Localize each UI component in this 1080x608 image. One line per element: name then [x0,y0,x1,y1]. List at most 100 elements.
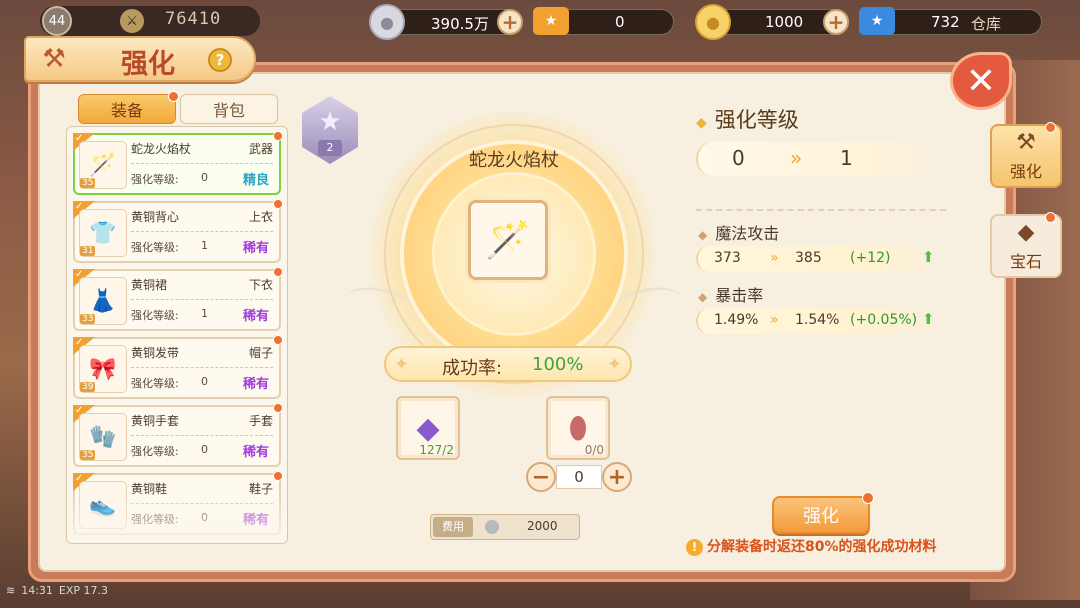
item-slot: 手套 [248,414,273,428]
quantity-value[interactable]: 0 [556,465,602,489]
star-icon: ★ [318,107,342,137]
silver-value: 390.5万 [431,15,489,33]
help-icon[interactable]: ? [208,48,232,72]
notification-dot [1045,122,1056,133]
ticket2-icon: ★ [859,7,895,35]
next-level: 1 [840,146,853,170]
star-icon: ✦ [606,354,622,375]
ticket1-icon: ★ [533,7,569,35]
item-slot: 上衣 [248,210,273,224]
up-arrow-icon: ⬆ [922,248,935,266]
material-slot-crystal[interactable]: ◆ 127/2 [396,396,460,460]
side-tab-label: 强化 [1009,162,1042,181]
quality-badge: 稀有 [242,377,269,392]
side-tab-enhance[interactable]: ⚒ 强化 [990,122,1062,188]
quality-badge: 稀有 [242,445,269,460]
quality-badge: 精良 [242,173,269,188]
item-level: 35 [80,178,96,188]
item-name: 黄铜发带 [131,346,180,360]
gem-badge-number: 2 [318,140,342,156]
cost-value: 2000 [527,519,558,533]
equipment-list[interactable]: ✓ 🪄 35 蛇龙火焰杖 武器 强化等级: 0 精良 ✓ 👕 31 黄铜背心 上… [66,126,288,544]
selected-item-slot[interactable]: 🪄 [468,200,548,280]
stat-new-value: 385 [795,250,822,266]
enhance-level-value: 0 [201,171,208,184]
enhance-level-label: 强化等级: [131,173,179,186]
side-tab-gem[interactable]: ◆ 宝石 [990,212,1062,278]
quantity-stepper: − 0 + [526,462,632,492]
tab-equip[interactable]: 装备 [78,91,179,124]
material-count: 0/0 [584,443,604,457]
list-item[interactable]: ✓ 👕 31 黄铜背心 上衣 强化等级: 1 稀有 [73,199,283,263]
gold-currency: ● 1000 + [695,4,849,40]
enhance-button[interactable]: 强化 [772,492,874,534]
gem-icon: ◆ [1017,220,1035,245]
silver-coin-icon: ● [369,4,405,40]
material-count: 127/2 [419,443,454,457]
list-item[interactable]: ✓ 👗 33 黄铜裙 下衣 强化等级: 1 稀有 [73,267,283,331]
wifi-icon: ≋ [6,584,16,597]
panel-title-tab: ⚒ 强化 ? [24,36,256,82]
stat-name-magic-attack: ◆ 魔法攻击 [698,220,779,244]
item-level: 31 [80,246,96,256]
list-item[interactable]: ✓ 🎀 39 黄铜发带 帽子 强化等级: 0 稀有 [73,335,283,399]
item-name: 黄铜背心 [131,210,180,224]
success-rate-label: 成功率: [442,358,503,379]
add-gold-button[interactable]: + [823,9,849,35]
anvil-icon: ⚒ [1016,130,1036,155]
add-silver-button[interactable]: + [497,9,523,35]
rune-stone-icon: ⬮ [568,410,588,446]
enhance-level-label: 强化等级: [131,445,179,458]
power-icon: ⚔ [120,9,144,33]
enhance-level-label: 强化等级: [131,309,179,322]
success-rate-value: 100% [532,354,584,375]
item-level: 33 [80,314,96,324]
ticket1-currency: ★ 0 [533,7,674,35]
tab-equip-label: 装备 [110,101,143,120]
list-item[interactable]: ✓ 🪄 35 蛇龙火焰杖 武器 强化等级: 0 精良 [73,131,283,195]
diamond-icon: ◆ [696,115,707,131]
crystal-icon: ◆ [416,410,440,446]
enhance-level-heading: ◆ 强化等级 [696,104,799,134]
item-name: 蛇龙火焰杖 [131,142,192,156]
gold-value: 1000 [765,13,804,31]
warehouse-label[interactable]: 仓库 [971,13,1001,34]
current-level: 0 [732,146,745,170]
tab-bag-label: 背包 [212,101,245,120]
stat-name-crit-rate: ◆ 暴击率 [698,282,763,306]
enhance-level-value: 0 [201,443,208,456]
increase-button[interactable]: + [602,462,632,492]
divider [131,163,273,164]
enhance-level-value: 1 [201,307,208,320]
item-level: 35 [80,450,96,460]
panel-title: 强化 [121,49,175,80]
diamond-icon: ◆ [698,228,708,242]
heading-text: 强化等级 [714,108,799,132]
selected-item-name: 蛇龙火焰杖 [469,150,559,171]
warning-icon: ! [686,539,703,556]
stat-gain: (+0.05%) [850,312,918,328]
double-arrow-icon: » [770,312,779,328]
enhance-button-label: 强化 [803,506,839,527]
decrease-button[interactable]: − [526,462,556,492]
stat-label: 暴击率 [715,286,764,305]
player-level-badge[interactable]: 44 [42,6,72,36]
stat-old-value: 1.49% [714,312,759,328]
stat-gain: (+12) [850,250,891,266]
quality-badge: 稀有 [242,309,269,324]
close-button[interactable]: ✕ [950,52,1012,110]
tip-text: 分解装备时返还80%的强化成功材料 [707,539,937,555]
material-slot-rune[interactable]: ⬮ 0/0 [546,396,610,460]
stat-old-value: 373 [714,250,741,266]
ticket2-value: 732 [931,13,960,31]
anvil-icon: ⚒ [42,44,66,74]
notification-dot [1045,212,1056,223]
enhance-level-label: 强化等级: [131,377,179,390]
tab-bag[interactable]: 背包 [180,94,278,124]
up-arrow-icon: ⬆ [922,310,935,328]
status-bar: ≋ 14:31 EXP 17.3 [0,584,150,604]
item-level: 39 [80,382,96,392]
list-item[interactable]: ✓ 🧤 35 黄铜手套 手套 强化等级: 0 稀有 [73,403,283,467]
ticket1-value: 0 [615,13,625,31]
double-arrow-icon: » [790,146,803,170]
